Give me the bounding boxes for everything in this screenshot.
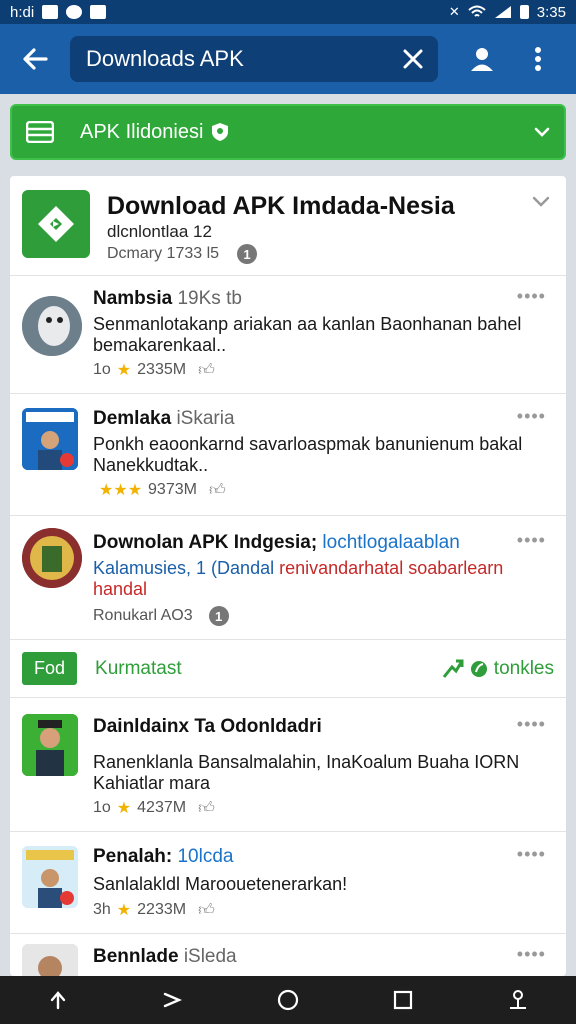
photo-notification-icon — [90, 5, 107, 19]
item-name: Nambsia 19Ks tb — [93, 288, 242, 309]
app-thumbnail — [22, 944, 78, 976]
status-time: h:di — [10, 3, 35, 21]
more-options-icon[interactable]: •••• — [517, 844, 546, 865]
system-nav-bar — [0, 976, 576, 1024]
clear-icon[interactable] — [402, 48, 424, 70]
status-battery-text: 3:35 — [536, 3, 566, 21]
more-options-icon[interactable]: •••• — [517, 286, 546, 307]
list-item[interactable]: Penalah: 10lcda •••• Sanlalakldl Marooue… — [10, 832, 566, 934]
item-description: Senmanlotakanp ariakan aa kanlan Baonhan… — [93, 314, 522, 355]
signal-icon — [494, 6, 511, 18]
app-logo — [22, 190, 90, 258]
section-pill[interactable]: Fod — [22, 652, 78, 685]
item-name: Penalah: 10lcda — [93, 846, 234, 867]
mail-icon — [42, 5, 59, 19]
app-thumbnail — [22, 714, 78, 776]
section-header: Fod Kurmatast tonkles — [10, 640, 566, 698]
item-name: Dainldainx Ta Odonldadri — [93, 716, 322, 737]
featured-meta: Dcmary 1733 l5 1 — [107, 244, 258, 264]
nav-recents-button[interactable] — [373, 976, 433, 1024]
section-link[interactable]: tonkles — [442, 658, 554, 680]
home-circle-icon — [277, 989, 299, 1011]
forward-icon — [163, 992, 182, 1008]
item-stats: 3h ★ 2233M 👍︎ — [93, 901, 215, 920]
list-item[interactable]: Demlaka iSkaria •••• Ponkh eaoonkarnd sa… — [10, 394, 566, 516]
section-title: Kurmatast — [95, 657, 182, 679]
item-description: Ranenklanla Bansalmalahin, InaKoalum Bua… — [93, 752, 520, 793]
thumbs-up-icon[interactable]: 👍︎ — [198, 799, 215, 818]
more-options-icon[interactable]: •••• — [517, 714, 546, 735]
search-box[interactable]: Downloads APK — [70, 36, 438, 82]
leaf-icon — [470, 660, 487, 677]
play-diamond-icon — [38, 206, 74, 242]
featured-meta-text: Dcmary 1733 l5 — [107, 245, 220, 262]
app-thumbnail — [22, 846, 78, 908]
item-description: Ponkh eaoonkarnd savarloaspmak banunienu… — [93, 434, 523, 475]
nav-back-button[interactable] — [28, 976, 88, 1024]
item-description: Kalamusies, 1 (Dandal renivandarhatal so… — [93, 558, 504, 599]
back-icon — [50, 991, 65, 1010]
item-stats: Ronukarl AO3 1 — [93, 606, 229, 626]
person-icon — [471, 48, 493, 71]
recents-square-icon — [394, 990, 413, 1010]
back-button[interactable] — [0, 24, 70, 94]
more-options-icon[interactable]: •••• — [517, 530, 546, 551]
search-input[interactable]: Downloads APK — [86, 46, 402, 72]
arrow-left-icon — [23, 48, 48, 70]
thumbs-up-icon[interactable]: 👍︎ — [209, 481, 226, 500]
more-options-icon[interactable]: •••• — [517, 944, 546, 965]
mute-icon: ✕ — [448, 4, 460, 19]
nav-assistant-button[interactable] — [488, 976, 548, 1024]
app-thumbnail — [22, 296, 82, 356]
status-bar: h:di ✕ 3:35 — [0, 0, 576, 24]
list-item[interactable]: Downolan APK Indgesia; lochtlogalaablan … — [10, 516, 566, 640]
more-options-icon[interactable]: •••• — [517, 406, 546, 427]
item-stats: 1o ★ 4237M 👍︎ — [93, 799, 215, 818]
chevron-down-icon[interactable] — [532, 196, 550, 208]
nav-forward-button[interactable] — [143, 976, 203, 1024]
shield-icon — [212, 123, 229, 141]
more-vert-icon — [535, 47, 541, 71]
featured-title: Download APK Imdada-Nesia — [107, 192, 455, 220]
list-item[interactable]: Bennlade iSleda •••• — [10, 934, 566, 976]
item-stats: ★★★ 9373M 👍︎ — [99, 481, 226, 500]
thumbs-up-icon[interactable]: 👍︎ — [198, 901, 215, 920]
item-stats: 1o ★ 2335M 👍︎ — [93, 361, 215, 380]
app-thumbnail — [22, 408, 78, 470]
info-badge: 1 — [237, 244, 258, 264]
overflow-menu-button[interactable] — [510, 24, 566, 94]
battery-icon — [519, 5, 529, 19]
item-description: Sanlalakldl Maroouetenerarkan! — [93, 874, 348, 894]
filter-label: APK Ilidoniesi — [80, 120, 204, 143]
list-item[interactable]: Dainldainx Ta Odonldadri •••• Ranenklanl… — [10, 698, 566, 832]
list-icon — [26, 121, 54, 143]
accessibility-icon — [510, 990, 527, 1009]
nav-home-button[interactable] — [258, 976, 318, 1024]
category-filter[interactable]: APK Ilidoniesi — [10, 104, 566, 160]
trend-up-icon — [442, 659, 464, 678]
item-name: Bennlade iSleda — [93, 946, 237, 967]
wifi-icon — [468, 5, 486, 17]
results-card: Download APK Imdada-Nesia dlcnlontlaa 12… — [10, 176, 566, 976]
item-name: Downolan APK Indgesia; lochtlogalaablan — [93, 532, 460, 553]
featured-app-header[interactable]: Download APK Imdada-Nesia dlcnlontlaa 12… — [10, 176, 566, 276]
list-item[interactable]: Nambsia 19Ks tb •••• Senmanlotakanp aria… — [10, 276, 566, 394]
app-thumbnail — [22, 528, 82, 588]
thumbs-up-icon[interactable]: 👍︎ — [198, 361, 215, 380]
app-notification-icon — [66, 5, 83, 19]
featured-subtitle: dlcnlontlaa 12 — [107, 222, 212, 241]
item-name: Demlaka iSkaria — [93, 408, 235, 429]
chevron-down-icon — [534, 127, 550, 137]
account-button[interactable] — [454, 24, 510, 94]
info-badge: 1 — [208, 606, 229, 626]
app-bar: Downloads APK — [0, 24, 576, 94]
